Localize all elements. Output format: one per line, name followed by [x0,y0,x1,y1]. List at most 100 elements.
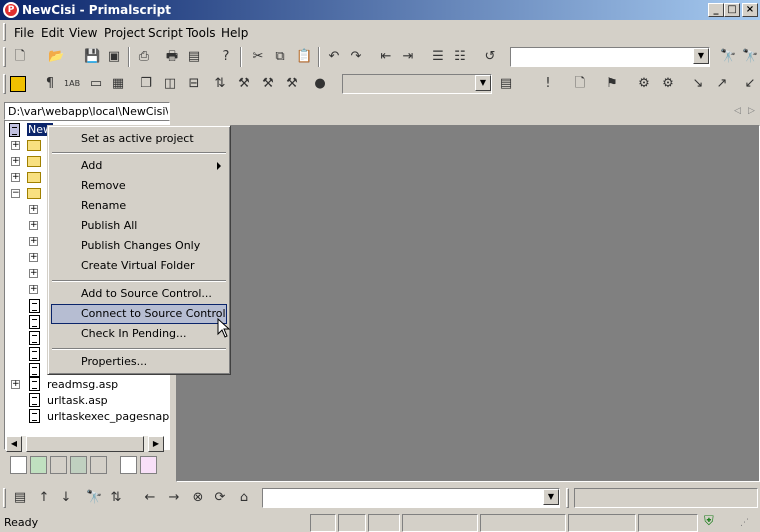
home-icon[interactable]: ⌂ [236,490,252,506]
expand-icon[interactable]: + [11,380,20,389]
expand-icon[interactable]: + [11,141,20,150]
expand-icon[interactable]: + [29,221,38,230]
help-icon[interactable]: ? [218,49,234,65]
menu-properties[interactable]: Properties... [51,352,227,372]
script-tab-icon[interactable] [120,456,137,474]
menu-edit[interactable]: Edit [41,26,64,40]
close-icon[interactable]: × [742,3,758,17]
uncomment-block-icon[interactable]: ☷ [452,49,468,65]
menu-view[interactable]: View [69,26,97,40]
classes-tab-icon[interactable] [30,456,47,474]
bookmark-icon[interactable]: ⚑ [604,76,620,92]
tile-vertical-icon[interactable]: ◫ [162,76,178,92]
output-icon[interactable]: ▤ [12,490,28,506]
record-icon[interactable]: ● [312,76,328,92]
tools-tab-icon[interactable] [90,456,107,474]
scroll-thumb[interactable] [26,436,144,452]
wrap-icon[interactable]: ↺ [482,49,498,65]
toolbar-grip[interactable] [566,488,569,508]
properties-icon[interactable]: ▤ [186,49,202,65]
filter-icon[interactable]: ⇅ [108,490,124,506]
undo-icon[interactable]: ↶ [326,49,342,65]
expand-icon[interactable]: + [29,269,38,278]
debug-a-icon[interactable]: ⚙ [636,76,652,92]
shield-icon[interactable]: ⛨ [704,514,714,529]
cascade-icon[interactable]: ❐ [138,76,154,92]
collapse-icon[interactable]: − [11,189,20,198]
debug-b-icon[interactable]: ⚙ [660,76,676,92]
expand-icon[interactable]: + [29,253,38,262]
menu-tools[interactable]: Tools [186,26,216,40]
line-numbers-icon[interactable]: 1AB [64,76,80,92]
step-over-icon[interactable]: ↗ [714,76,730,92]
primalscript-logo-icon[interactable]: P [3,2,19,18]
objects-tab-icon[interactable] [70,456,87,474]
paste-icon[interactable]: 📋 [296,49,312,65]
tab-scroll-right-icon[interactable]: ▷ [748,106,755,116]
maximize-icon[interactable]: □ [724,3,740,17]
new-file-icon[interactable]: 🗋 [12,49,28,65]
chevron-down-icon[interactable]: ▼ [693,48,709,64]
resize-grip-icon[interactable]: ⋰ [740,518,749,528]
redo-icon[interactable]: ↷ [348,49,364,65]
columns-icon[interactable]: ▦ [110,76,126,92]
forward-icon[interactable]: → [166,490,182,506]
pilcrow-icon[interactable]: ¶ [42,76,58,92]
arrow-up-icon[interactable]: ↑ [36,490,52,506]
toolbar-grip[interactable] [3,74,6,94]
minimize-icon[interactable]: _ [708,3,724,17]
expand-icon[interactable]: + [29,205,38,214]
sort-icon[interactable]: ⇅ [212,76,228,92]
menu-remove[interactable]: Remove [51,176,227,196]
find-next-icon[interactable]: 🔭 [742,49,758,65]
step-out-icon[interactable]: ↙ [742,76,758,92]
chevron-down-icon[interactable]: ▼ [475,75,491,91]
arrow-down-icon[interactable]: ↓ [58,490,74,506]
expand-icon[interactable]: + [29,237,38,246]
menu-publish-changes-only[interactable]: Publish Changes Only [51,236,227,256]
comment-block-icon[interactable]: ☰ [430,49,446,65]
menu-add[interactable]: Add [51,156,227,176]
menu-set-active-project[interactable]: Set as active project [51,129,227,149]
menu-rename[interactable]: Rename [51,196,227,216]
stop-icon[interactable]: ⊗ [190,490,206,506]
outdent-icon[interactable]: ⇤ [378,49,394,65]
menu-add-to-source-control[interactable]: Add to Source Control... [51,284,227,304]
browser-icon[interactable]: ▤ [498,76,514,92]
find-in-files-icon[interactable]: 🔭 [86,490,102,506]
print-preview-icon[interactable]: ⎙ [136,49,152,65]
expand-icon[interactable]: + [11,157,20,166]
toolbar-grip[interactable] [3,488,6,508]
back-icon[interactable]: ← [142,490,158,506]
address-combo[interactable]: ▼ [262,488,560,508]
find-combo[interactable]: ▼ [510,47,710,67]
refresh-icon[interactable]: ⟳ [212,490,228,506]
snippets-tab-icon[interactable] [50,456,67,474]
scroll-right-icon[interactable]: ▶ [148,436,164,452]
editor-area[interactable] [176,125,760,482]
secondary-field[interactable] [574,488,758,508]
tab-scroll-left-icon[interactable]: ◁ [734,106,741,116]
step-into-icon[interactable]: ↘ [690,76,706,92]
tool-a-icon[interactable]: ⚒ [236,76,252,92]
copy-icon[interactable]: ⧉ [272,49,288,65]
files-tab-icon[interactable] [10,456,27,474]
project-path-field[interactable]: D:\var\webapp\local\NewCisi\Ne [4,102,170,120]
open-folder-icon[interactable]: 📂 [48,49,64,65]
save-all-icon[interactable]: ▣ [106,49,122,65]
menu-help[interactable]: Help [221,26,248,40]
find-binoculars-icon[interactable]: 🔭 [720,49,736,65]
menubar-grip[interactable] [3,23,6,41]
menu-script[interactable]: Script [148,26,183,40]
menu-create-virtual-folder[interactable]: Create Virtual Folder [51,256,227,276]
menu-publish-all[interactable]: Publish All [51,216,227,236]
save-icon[interactable]: 💾 [84,49,100,65]
toggle-pane-icon[interactable] [10,76,26,92]
tile-horizontal-icon[interactable]: ⊟ [186,76,202,92]
scroll-left-icon[interactable]: ◀ [6,436,22,452]
menu-check-in-pending[interactable]: Check In Pending... [51,324,227,344]
chevron-down-icon[interactable]: ▼ [543,489,559,505]
expand-icon[interactable]: + [11,173,20,182]
tool-b-icon[interactable]: ⚒ [260,76,276,92]
new-document-icon[interactable]: 🗋 [572,76,588,92]
